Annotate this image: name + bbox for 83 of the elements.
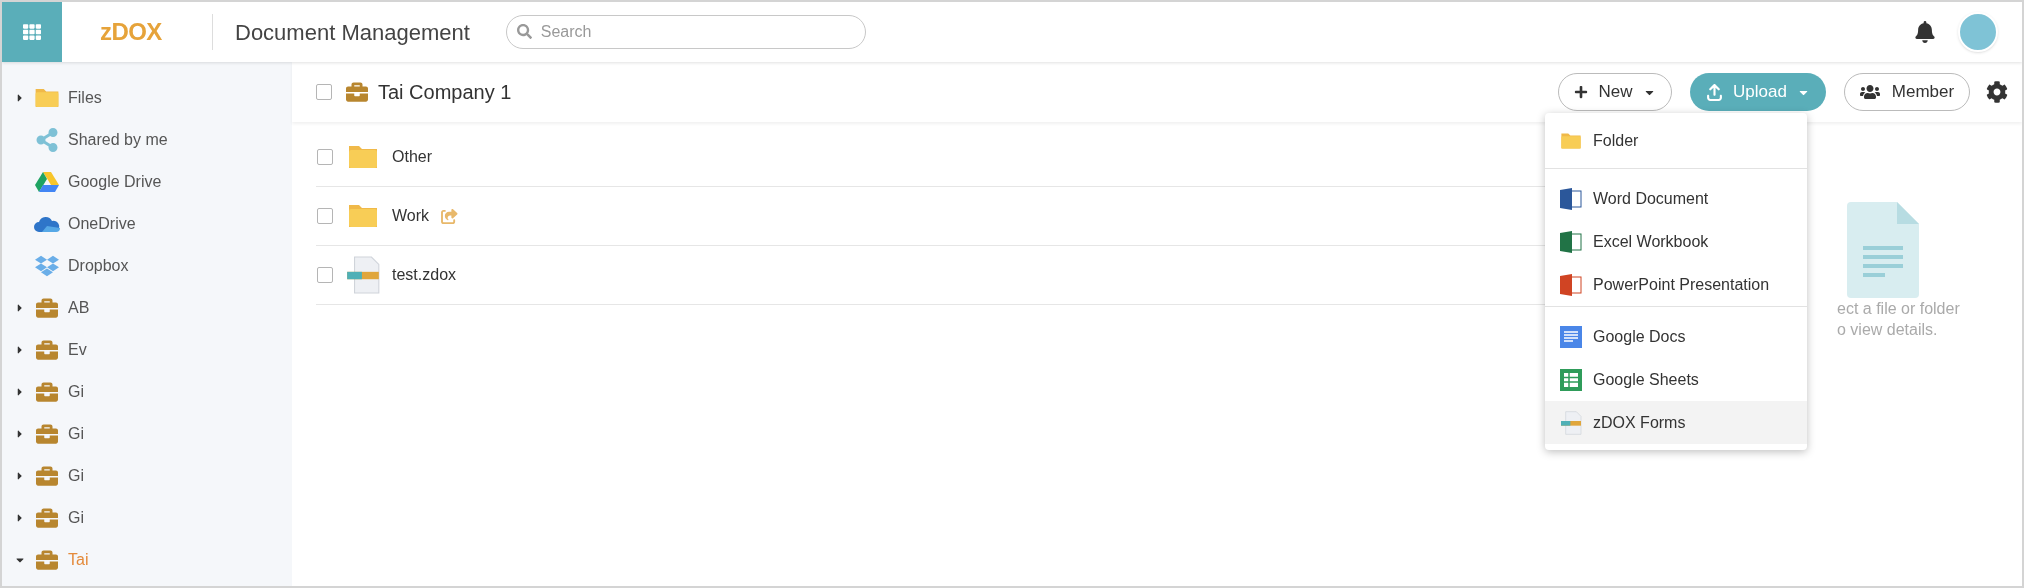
menu-label: Word Document: [1593, 188, 1709, 209]
sidebar-item[interactable]: Gi: [2, 455, 292, 497]
checkbox[interactable]: [316, 84, 332, 100]
menu-item[interactable]: PowerPoint Presentation: [1545, 263, 1807, 306]
sidebar-label: Google Drive: [68, 172, 162, 192]
briefcase-icon: [346, 81, 368, 103]
sidebar-item[interactable]: Files: [2, 77, 292, 119]
menu-item[interactable]: zDOX Forms: [1545, 401, 1807, 444]
folder-icon: [347, 203, 379, 229]
folder-icon: [1560, 131, 1582, 150]
sidebar-item[interactable]: Gi: [2, 497, 292, 539]
sidebar-label: Files: [68, 88, 102, 108]
apps-button[interactable]: [2, 2, 62, 62]
folder-icon: [34, 87, 60, 109]
folder-title: Tai Company 1: [378, 80, 512, 105]
share-icon: [441, 208, 459, 224]
checkbox[interactable]: [317, 267, 333, 283]
file-row[interactable]: test.zdox: [316, 246, 1547, 305]
folder-icon: [347, 144, 379, 170]
search-field[interactable]: Search: [505, 15, 866, 49]
upload-icon: [1706, 83, 1724, 101]
document-icon: [1847, 202, 1919, 298]
sidebar-label: Shared by me: [68, 130, 168, 150]
briefcase-icon: [36, 381, 58, 403]
menu-label: PowerPoint Presentation: [1593, 274, 1770, 295]
menu-item[interactable]: Google Sheets: [1545, 358, 1807, 401]
settings-icon[interactable]: [1986, 81, 2008, 103]
sidebar-item[interactable]: Dropbox: [2, 245, 292, 287]
briefcase-icon: [36, 339, 58, 361]
open-box-icon: [35, 254, 59, 278]
sidebar-item[interactable]: OneDrive: [2, 203, 292, 245]
briefcase-icon: [36, 297, 58, 319]
cloud-icon: [34, 216, 60, 232]
menu-item[interactable]: Word Document: [1545, 177, 1807, 220]
sidebar-label: OneDrive: [68, 214, 136, 234]
menu-item[interactable]: Google Docs: [1545, 315, 1807, 358]
menu-item[interactable]: Folder: [1545, 119, 1807, 162]
sidebar-item[interactable]: AB: [2, 287, 292, 329]
sidebar-item[interactable]: Gi: [2, 413, 292, 455]
grid-icon: [23, 23, 41, 41]
briefcase-icon: [36, 423, 58, 445]
sidebar-label: Gi: [68, 382, 84, 402]
search-icon: [516, 24, 532, 39]
logo: zDOX: [100, 17, 163, 47]
drive-icon: [34, 171, 60, 193]
share-icon: [35, 128, 59, 152]
briefcase-icon: [36, 549, 58, 571]
menu-label: Excel Workbook: [1593, 231, 1709, 252]
file-name: test.zdox: [392, 265, 457, 285]
sidebar-item[interactable]: Gi: [2, 371, 292, 413]
sidebar-item[interactable]: Ev: [2, 329, 292, 371]
details-hint: ect a file or folder: [1837, 299, 1961, 319]
menu-label: Google Docs: [1593, 326, 1686, 347]
sidebar-label: Dropbox: [68, 256, 129, 276]
sidebar-label: Ev: [68, 340, 87, 360]
app-title: Document Management: [235, 18, 470, 47]
sheet-icon: [1560, 368, 1582, 391]
file-name: Other: [392, 147, 432, 167]
plus-icon: [1574, 85, 1589, 99]
file-name: Work: [392, 206, 430, 226]
form-file-icon: [1560, 410, 1582, 435]
notification-icon[interactable]: [1914, 21, 1936, 43]
menu-label: Folder: [1593, 130, 1639, 151]
file-row[interactable]: Other: [316, 128, 1547, 187]
checkbox[interactable]: [317, 208, 333, 224]
menu-label: Google Sheets: [1593, 369, 1699, 390]
briefcase-icon: [36, 507, 58, 529]
users-icon: [1859, 82, 1880, 102]
sidebar-label: AB: [68, 298, 90, 318]
sidebar-item[interactable]: Google Drive: [2, 161, 292, 203]
sidebar-label: Gi: [68, 424, 84, 444]
file-row[interactable]: Work: [316, 187, 1547, 246]
briefcase-icon: [36, 465, 58, 487]
form-file-icon: [346, 256, 380, 294]
document-icon: [1560, 325, 1582, 348]
sidebar-label: Gi: [68, 508, 84, 528]
checkbox[interactable]: [317, 149, 333, 165]
details-hint: o view details.: [1837, 320, 1939, 340]
menu-item[interactable]: Excel Workbook: [1545, 220, 1807, 263]
sidebar-label: Tai: [68, 550, 89, 570]
sidebar-label: Gi: [68, 466, 84, 486]
sidebar-item[interactable]: Shared by me: [2, 119, 292, 161]
menu-label: zDOX Forms: [1593, 412, 1686, 433]
